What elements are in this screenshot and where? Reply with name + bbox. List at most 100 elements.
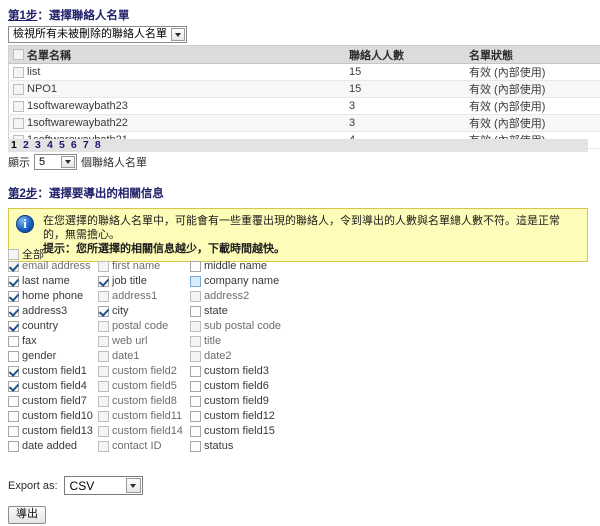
field-checkbox-first-name[interactable] — [98, 261, 109, 272]
field-item-address3[interactable]: address3 — [8, 304, 98, 319]
field-item-date1[interactable]: date1 — [98, 349, 190, 364]
pagination-page-8[interactable]: 8 — [95, 139, 102, 151]
field-checkbox-sub-postal-code[interactable] — [190, 321, 201, 332]
field-checkbox-custom-field7[interactable] — [8, 396, 19, 407]
field-item-custom-field13[interactable]: custom field13 — [8, 424, 98, 439]
field-item-custom-field5[interactable]: custom field5 — [98, 379, 190, 394]
field-item-state[interactable]: state — [190, 304, 320, 319]
field-item-custom-field7[interactable]: custom field7 — [8, 394, 98, 409]
field-item-last-name[interactable]: last name — [8, 274, 98, 289]
field-item-job-title[interactable]: job title — [98, 274, 190, 289]
field-checkbox-state[interactable] — [190, 306, 201, 317]
row-checkbox[interactable] — [13, 83, 24, 95]
field-checkbox-custom-field8[interactable] — [98, 396, 109, 407]
field-checkbox-address3[interactable] — [8, 306, 19, 317]
field-checkbox-custom-field10[interactable] — [8, 411, 19, 422]
table-row[interactable]: 1softwarewaybath22 3 有效 (內部使用) — [8, 114, 600, 132]
field-item-gender[interactable]: gender — [8, 349, 98, 364]
field-item-custom-field12[interactable]: custom field12 — [190, 409, 320, 424]
field-checkbox-custom-field13[interactable] — [8, 426, 19, 437]
pagination-page-6[interactable]: 6 — [71, 139, 78, 151]
pagination-page-4[interactable]: 4 — [47, 139, 54, 151]
field-checkbox-country[interactable] — [8, 321, 19, 332]
field-item-status[interactable]: status — [190, 439, 320, 454]
field-item-sub-postal-code[interactable]: sub postal code — [190, 319, 320, 334]
field-checkbox-custom-field5[interactable] — [98, 381, 109, 392]
field-item-address2[interactable]: address2 — [190, 289, 320, 304]
field-item-custom-field3[interactable]: custom field3 — [190, 364, 320, 379]
field-item-fax[interactable]: fax — [8, 334, 98, 349]
field-item-first-name[interactable]: first name — [98, 259, 190, 274]
field-checkbox-web-url[interactable] — [98, 336, 109, 347]
field-checkbox-fax[interactable] — [8, 336, 19, 347]
field-checkbox-date1[interactable] — [98, 351, 109, 362]
field-checkbox-job-title[interactable] — [98, 276, 109, 287]
pagination-page-7[interactable]: 7 — [83, 139, 90, 151]
field-item-custom-field11[interactable]: custom field11 — [98, 409, 190, 424]
pagination-page-5[interactable]: 5 — [59, 139, 66, 151]
field-checkbox-custom-field12[interactable] — [190, 411, 201, 422]
pagination-page-1[interactable]: 1 — [11, 139, 18, 151]
field-checkbox-date-added[interactable] — [8, 441, 19, 452]
pagination-page-3[interactable]: 3 — [35, 139, 42, 151]
export-format-select[interactable]: CSV — [63, 476, 143, 495]
field-item-address1[interactable]: address1 — [98, 289, 190, 304]
pagination[interactable]: 1 2 3 4 5 6 7 8 — [8, 139, 588, 152]
field-item-home-phone[interactable]: home phone — [8, 289, 98, 304]
field-checkbox-contact-ID[interactable] — [98, 441, 109, 452]
field-checkbox-custom-field9[interactable] — [190, 396, 201, 407]
field-item-date2[interactable]: date2 — [190, 349, 320, 364]
field-checkbox-email-address[interactable] — [8, 261, 19, 272]
field-item-custom-field8[interactable]: custom field8 — [98, 394, 190, 409]
page-size-select[interactable]: 5 — [34, 154, 77, 170]
table-row[interactable]: NPO1 15 有效 (內部使用) — [8, 80, 600, 98]
field-checkbox-home-phone[interactable] — [8, 291, 19, 302]
export-button[interactable]: 導出 — [8, 506, 46, 524]
field-item-custom-field9[interactable]: custom field9 — [190, 394, 320, 409]
field-item-custom-field4[interactable]: custom field4 — [8, 379, 98, 394]
field-checkbox-middle-name[interactable] — [190, 261, 201, 272]
chevron-down-icon[interactable] — [61, 156, 75, 168]
row-checkbox[interactable] — [13, 117, 24, 129]
field-item-date-added[interactable]: date added — [8, 439, 98, 454]
field-checkbox-custom-field4[interactable] — [8, 381, 19, 392]
field-checkbox-date2[interactable] — [190, 351, 201, 362]
field-checkbox-custom-field11[interactable] — [98, 411, 109, 422]
field-item-custom-field15[interactable]: custom field15 — [190, 424, 320, 439]
field-item-email-address[interactable]: email address — [8, 259, 98, 274]
field-item-title[interactable]: title — [190, 334, 320, 349]
field-checkbox-address1[interactable] — [98, 291, 109, 302]
field-checkbox-custom-field14[interactable] — [98, 426, 109, 437]
field-checkbox-custom-field6[interactable] — [190, 381, 201, 392]
chevron-down-icon[interactable] — [125, 478, 141, 493]
contact-list-view-select[interactable]: 檢視所有未被刪除的聯絡人名單 — [8, 26, 187, 43]
field-checkbox-title[interactable] — [190, 336, 201, 347]
field-item-country[interactable]: country — [8, 319, 98, 334]
field-item-contact-ID[interactable]: contact ID — [98, 439, 190, 454]
field-item-middle-name[interactable]: middle name — [190, 259, 320, 274]
field-item-custom-field1[interactable]: custom field1 — [8, 364, 98, 379]
field-item-custom-field6[interactable]: custom field6 — [190, 379, 320, 394]
field-item-custom-field2[interactable]: custom field2 — [98, 364, 190, 379]
field-checkbox-company-name[interactable] — [190, 276, 201, 287]
field-checkbox-custom-field2[interactable] — [98, 366, 109, 377]
field-checkbox-gender[interactable] — [8, 351, 19, 362]
field-item-custom-field10[interactable]: custom field10 — [8, 409, 98, 424]
field-checkbox-custom-field3[interactable] — [190, 366, 201, 377]
select-all-fields-checkbox[interactable] — [8, 248, 19, 260]
field-checkbox-last-name[interactable] — [8, 276, 19, 287]
pagination-page-2[interactable]: 2 — [23, 139, 30, 151]
field-item-custom-field14[interactable]: custom field14 — [98, 424, 190, 439]
row-checkbox[interactable] — [13, 100, 24, 112]
field-item-company-name[interactable]: company name — [190, 274, 320, 289]
field-item-city[interactable]: city — [98, 304, 190, 319]
table-row[interactable]: 1softwarewaybath23 3 有效 (內部使用) — [8, 97, 600, 115]
chevron-down-icon[interactable] — [171, 28, 185, 41]
table-row[interactable]: list 15 有效 (內部使用) — [8, 63, 600, 81]
field-checkbox-custom-field1[interactable] — [8, 366, 19, 377]
field-checkbox-status[interactable] — [190, 441, 201, 452]
field-item-postal-code[interactable]: postal code — [98, 319, 190, 334]
field-checkbox-city[interactable] — [98, 306, 109, 317]
select-all-lists-checkbox[interactable] — [13, 49, 24, 60]
field-checkbox-custom-field15[interactable] — [190, 426, 201, 437]
